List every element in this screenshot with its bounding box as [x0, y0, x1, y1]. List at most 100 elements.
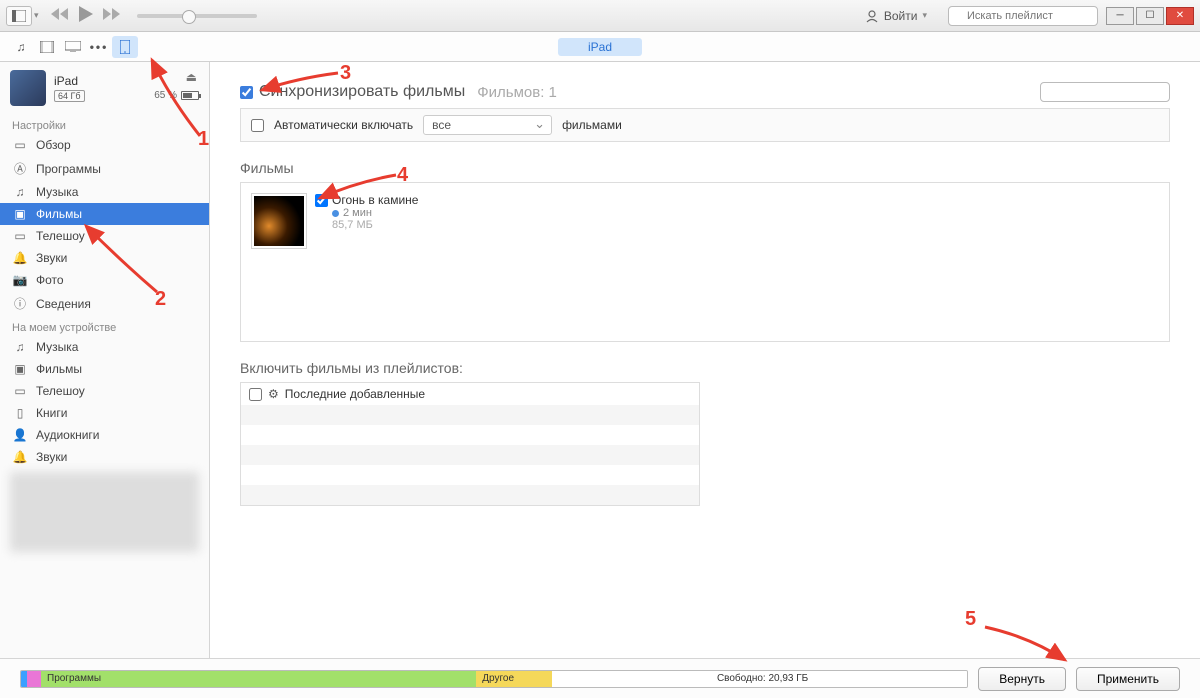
sidebar-item-tvshows[interactable]: ▭Телешоу: [0, 225, 209, 247]
auto-include-suffix: фильмами: [562, 118, 622, 132]
revert-button[interactable]: Вернуть: [978, 667, 1066, 691]
sidebar-item-label: Фото: [36, 273, 64, 287]
movie-duration: 2 мин: [332, 207, 418, 219]
playback-controls: [51, 6, 121, 25]
overview-icon: ▭: [12, 138, 28, 152]
device-tab-button[interactable]: [112, 36, 138, 58]
device-battery: 65 %: [154, 90, 199, 101]
apply-button[interactable]: Применить: [1076, 667, 1180, 691]
account-label: Войти: [884, 9, 918, 23]
auto-include-select[interactable]: все: [423, 115, 552, 135]
bell-icon: 🔔: [12, 450, 28, 464]
sync-header-row: Синхронизировать фильмы Фильмов: 1: [240, 82, 1170, 102]
movie-title: Огонь в камине: [332, 193, 418, 207]
list-item: [241, 445, 699, 465]
storage-segment-other: Другое: [476, 671, 552, 687]
sidebar-toggle-button[interactable]: [6, 6, 32, 26]
list-item: [241, 405, 699, 425]
info-icon: ⓘ: [12, 295, 28, 312]
sidebar-item-apps[interactable]: Ⓐ Программы: [0, 156, 209, 181]
movies-library-icon[interactable]: [34, 36, 60, 58]
battery-icon: [181, 91, 199, 100]
auto-include-row: Автоматически включать все фильмами: [240, 108, 1170, 142]
gear-icon: ⚙: [268, 387, 279, 401]
device-header[interactable]: iPad 64 Гб ⏏ 65 %: [0, 62, 209, 114]
global-search: [948, 6, 1098, 26]
movie-thumbnail: [254, 196, 304, 246]
sidebar-item-label: Фильмы: [36, 207, 82, 221]
sidebar-device-movies[interactable]: ▣ Фильмы: [0, 358, 209, 380]
movie-select-checkbox[interactable]: [315, 194, 328, 207]
sidebar-item-label: Фильмы: [36, 362, 82, 376]
maximize-button[interactable]: ☐: [1136, 7, 1164, 25]
library-nav-bar: ♫ ••• iPad: [0, 32, 1200, 62]
sidebar-item-label: Программы: [36, 162, 101, 176]
sidebar-item-label: Книги: [36, 406, 67, 420]
movie-search: [1040, 82, 1170, 102]
sidebar-item-label: Обзор: [36, 138, 71, 152]
list-item: [241, 425, 699, 445]
apps-icon: Ⓐ: [12, 160, 28, 177]
window-titlebar: ▾ Войти ▾ ─ ☐ ✕: [0, 0, 1200, 32]
previous-track-button[interactable]: [51, 8, 69, 23]
music-library-icon[interactable]: ♫: [8, 36, 34, 58]
account-menu[interactable]: Войти ▾: [854, 6, 938, 26]
device-name-label: iPad: [54, 74, 85, 88]
sidebar-item-movies[interactable]: ▣Фильмы: [0, 203, 209, 225]
sidebar-item-label: Звуки: [36, 251, 67, 265]
playlists-box: ⚙ Последние добавленные: [240, 382, 700, 506]
playlist-checkbox[interactable]: [249, 388, 262, 401]
next-track-button[interactable]: [103, 8, 121, 23]
movies-section-header: Фильмы: [240, 160, 1170, 176]
storage-segment-free: Свободно: 20,93 ГБ: [552, 671, 967, 687]
movie-count-label: Фильмов: 1: [477, 84, 557, 101]
playlist-row[interactable]: ⚙ Последние добавленные: [241, 383, 699, 405]
sidebar-item-label: Телешоу: [36, 229, 85, 243]
sidebar-section-settings: Настройки: [0, 114, 209, 134]
movie-thumbnail-frame[interactable]: [251, 193, 307, 249]
storage-label: Другое: [482, 673, 514, 684]
sidebar-device-music[interactable]: ♫Музыка: [0, 336, 209, 358]
sidebar-device-audiobooks[interactable]: 👤Аудиокниги: [0, 424, 209, 446]
movie-size: 85,7 МБ: [332, 219, 418, 231]
storage-label: Программы: [47, 673, 101, 684]
sidebar-item-music[interactable]: ♫Музыка: [0, 181, 209, 203]
storage-free-label: Свободно: 20,93 ГБ: [717, 673, 808, 684]
movie-search-input[interactable]: [1040, 82, 1170, 102]
movies-icon: ▣: [12, 362, 28, 376]
sidebar-item-info[interactable]: ⓘСведения: [0, 291, 209, 316]
playlist-name-label: Последние добавленные: [285, 387, 425, 401]
bottom-bar: Программы Другое Свободно: 20,93 ГБ Верн…: [0, 658, 1200, 698]
sidebar-item-overview[interactable]: ▭ Обзор: [0, 134, 209, 156]
device-breadcrumb-pill[interactable]: iPad: [558, 38, 642, 56]
chevron-down-icon: ▾: [922, 10, 927, 21]
sidebar-item-tones[interactable]: 🔔Звуки: [0, 247, 209, 269]
window-controls: ─ ☐ ✕: [1106, 7, 1194, 25]
device-thumbnail: [10, 70, 46, 106]
more-libraries-button[interactable]: •••: [86, 36, 112, 58]
sidebar-item-label: Телешоу: [36, 384, 85, 398]
list-item: [241, 465, 699, 485]
dropdown-caret-icon[interactable]: ▾: [34, 10, 39, 21]
music-icon: ♫: [12, 185, 28, 199]
device-sidebar: iPad 64 Гб ⏏ 65 % Настройки ▭ Обзор Ⓐ Прог…: [0, 62, 210, 658]
play-button[interactable]: [79, 6, 93, 25]
tv-library-icon[interactable]: [60, 36, 86, 58]
sidebar-item-label: Музыка: [36, 340, 78, 354]
sync-movies-checkbox[interactable]: [240, 86, 253, 99]
sidebar-item-photos[interactable]: 📷Фото: [0, 269, 209, 291]
close-button[interactable]: ✕: [1166, 7, 1194, 25]
movie-metadata: Огонь в камине 2 мин 85,7 МБ: [332, 193, 418, 231]
sidebar-device-books[interactable]: ▯ Книги: [0, 402, 209, 424]
book-icon: ▯: [12, 406, 28, 420]
eject-icon[interactable]: ⏏: [186, 70, 197, 84]
storage-bar[interactable]: Программы Другое Свободно: 20,93 ГБ: [20, 670, 968, 688]
minimize-button[interactable]: ─: [1106, 7, 1134, 25]
search-input[interactable]: [948, 6, 1098, 26]
volume-slider[interactable]: [137, 14, 257, 18]
sidebar-device-tones[interactable]: 🔔Звуки: [0, 446, 209, 468]
device-capacity-badge: 64 Гб: [54, 90, 85, 102]
auto-include-checkbox[interactable]: [251, 119, 264, 132]
sidebar-device-tvshows[interactable]: ▭Телешоу: [0, 380, 209, 402]
main-content: Синхронизировать фильмы Фильмов: 1 Автом…: [210, 62, 1200, 658]
